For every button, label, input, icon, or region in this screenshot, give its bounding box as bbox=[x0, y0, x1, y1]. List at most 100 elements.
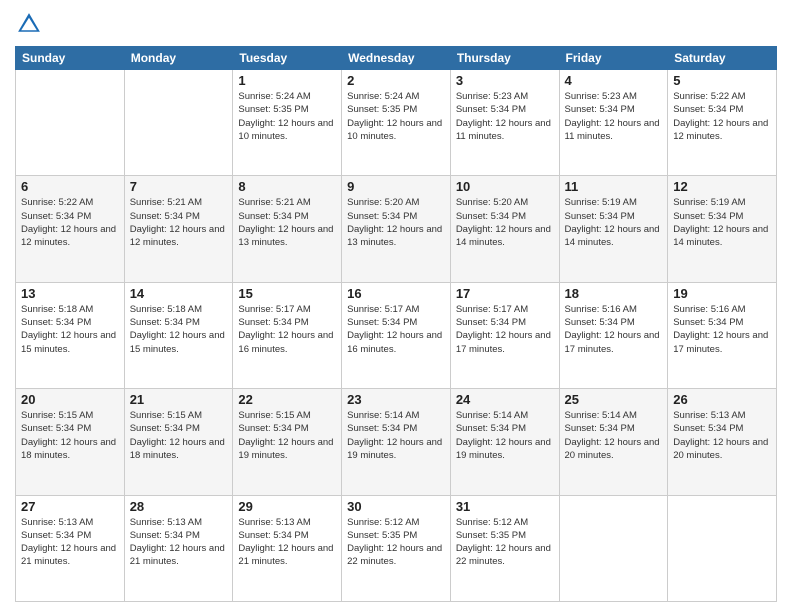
day-info: Sunrise: 5:20 AMSunset: 5:34 PMDaylight:… bbox=[456, 196, 554, 249]
day-info: Sunrise: 5:13 AMSunset: 5:34 PMDaylight:… bbox=[130, 516, 228, 569]
day-number: 23 bbox=[347, 392, 445, 407]
calendar-cell: 12Sunrise: 5:19 AMSunset: 5:34 PMDayligh… bbox=[668, 176, 777, 282]
day-info: Sunrise: 5:24 AMSunset: 5:35 PMDaylight:… bbox=[347, 90, 445, 143]
day-number: 21 bbox=[130, 392, 228, 407]
calendar-cell bbox=[16, 70, 125, 176]
calendar-day-header: Saturday bbox=[668, 47, 777, 70]
calendar-cell: 23Sunrise: 5:14 AMSunset: 5:34 PMDayligh… bbox=[342, 389, 451, 495]
day-info: Sunrise: 5:12 AMSunset: 5:35 PMDaylight:… bbox=[347, 516, 445, 569]
day-number: 19 bbox=[673, 286, 771, 301]
day-number: 30 bbox=[347, 499, 445, 514]
day-info: Sunrise: 5:17 AMSunset: 5:34 PMDaylight:… bbox=[238, 303, 336, 356]
calendar-cell: 7 Sunrise: 5:21 AMSunset: 5:34 PMDaylight… bbox=[124, 176, 233, 282]
day-info: Sunrise: 5:16 AMSunset: 5:34 PMDaylight:… bbox=[673, 303, 771, 356]
day-number: 5 bbox=[673, 73, 771, 88]
calendar-cell: 19 Sunrise: 5:16 AMSunset: 5:34 PMDayligh… bbox=[668, 282, 777, 388]
day-number: 7 bbox=[130, 179, 228, 194]
calendar-day-header: Sunday bbox=[16, 47, 125, 70]
day-info: Sunrise: 5:15 AMSunset: 5:34 PMDaylight:… bbox=[130, 409, 228, 462]
day-number: 13 bbox=[21, 286, 119, 301]
calendar-day-header: Monday bbox=[124, 47, 233, 70]
calendar-week-row: 6 Sunrise: 5:22 AMSunset: 5:34 PMDaylight… bbox=[16, 176, 777, 282]
day-number: 10 bbox=[456, 179, 554, 194]
calendar-day-header: Wednesday bbox=[342, 47, 451, 70]
calendar-table: SundayMondayTuesdayWednesdayThursdayFrid… bbox=[15, 46, 777, 602]
day-number: 31 bbox=[456, 499, 554, 514]
calendar-cell: 11 Sunrise: 5:19 AMSunset: 5:34 PMDayligh… bbox=[559, 176, 668, 282]
calendar-cell: 5Sunrise: 5:22 AMSunset: 5:34 PMDaylight… bbox=[668, 70, 777, 176]
generalblue-icon bbox=[15, 10, 43, 38]
day-number: 2 bbox=[347, 73, 445, 88]
calendar-cell: 17 Sunrise: 5:17 AMSunset: 5:34 PMDayligh… bbox=[450, 282, 559, 388]
day-info: Sunrise: 5:14 AMSunset: 5:34 PMDaylight:… bbox=[456, 409, 554, 462]
calendar-cell: 8 Sunrise: 5:21 AMSunset: 5:34 PMDaylight… bbox=[233, 176, 342, 282]
day-info: Sunrise: 5:23 AMSunset: 5:34 PMDaylight:… bbox=[456, 90, 554, 143]
day-info: Sunrise: 5:22 AMSunset: 5:34 PMDaylight:… bbox=[21, 196, 119, 249]
calendar-cell: 28 Sunrise: 5:13 AMSunset: 5:34 PMDayligh… bbox=[124, 495, 233, 601]
day-number: 18 bbox=[565, 286, 663, 301]
day-number: 6 bbox=[21, 179, 119, 194]
day-number: 26 bbox=[673, 392, 771, 407]
day-info: Sunrise: 5:18 AMSunset: 5:34 PMDaylight:… bbox=[130, 303, 228, 356]
calendar-cell: 21 Sunrise: 5:15 AMSunset: 5:34 PMDayligh… bbox=[124, 389, 233, 495]
day-info: Sunrise: 5:12 AMSunset: 5:35 PMDaylight:… bbox=[456, 516, 554, 569]
calendar-cell: 27 Sunrise: 5:13 AMSunset: 5:34 PMDayligh… bbox=[16, 495, 125, 601]
calendar-cell: 14Sunrise: 5:18 AMSunset: 5:34 PMDayligh… bbox=[124, 282, 233, 388]
day-info: Sunrise: 5:14 AMSunset: 5:34 PMDaylight:… bbox=[565, 409, 663, 462]
calendar-cell: 26 Sunrise: 5:13 AMSunset: 5:34 PMDayligh… bbox=[668, 389, 777, 495]
day-number: 17 bbox=[456, 286, 554, 301]
calendar-cell: 16 Sunrise: 5:17 AMSunset: 5:34 PMDayligh… bbox=[342, 282, 451, 388]
day-info: Sunrise: 5:13 AMSunset: 5:34 PMDaylight:… bbox=[673, 409, 771, 462]
day-info: Sunrise: 5:20 AMSunset: 5:34 PMDaylight:… bbox=[347, 196, 445, 249]
page: SundayMondayTuesdayWednesdayThursdayFrid… bbox=[0, 0, 792, 612]
calendar-day-header: Thursday bbox=[450, 47, 559, 70]
calendar-week-row: 20Sunrise: 5:15 AMSunset: 5:34 PMDayligh… bbox=[16, 389, 777, 495]
day-number: 25 bbox=[565, 392, 663, 407]
day-number: 8 bbox=[238, 179, 336, 194]
header bbox=[15, 10, 777, 38]
calendar-cell: 9 Sunrise: 5:20 AMSunset: 5:34 PMDaylight… bbox=[342, 176, 451, 282]
day-info: Sunrise: 5:17 AMSunset: 5:34 PMDaylight:… bbox=[456, 303, 554, 356]
day-info: Sunrise: 5:21 AMSunset: 5:34 PMDaylight:… bbox=[238, 196, 336, 249]
day-info: Sunrise: 5:19 AMSunset: 5:34 PMDaylight:… bbox=[673, 196, 771, 249]
day-number: 16 bbox=[347, 286, 445, 301]
calendar-cell: 3 Sunrise: 5:23 AMSunset: 5:34 PMDaylight… bbox=[450, 70, 559, 176]
day-info: Sunrise: 5:21 AMSunset: 5:34 PMDaylight:… bbox=[130, 196, 228, 249]
day-info: Sunrise: 5:16 AMSunset: 5:34 PMDaylight:… bbox=[565, 303, 663, 356]
day-number: 1 bbox=[238, 73, 336, 88]
calendar-cell: 25 Sunrise: 5:14 AMSunset: 5:34 PMDayligh… bbox=[559, 389, 668, 495]
calendar-cell bbox=[124, 70, 233, 176]
day-info: Sunrise: 5:19 AMSunset: 5:34 PMDaylight:… bbox=[565, 196, 663, 249]
day-number: 24 bbox=[456, 392, 554, 407]
calendar-cell: 18 Sunrise: 5:16 AMSunset: 5:34 PMDayligh… bbox=[559, 282, 668, 388]
calendar-cell: 10 Sunrise: 5:20 AMSunset: 5:34 PMDayligh… bbox=[450, 176, 559, 282]
calendar-cell: 29 Sunrise: 5:13 AMSunset: 5:34 PMDayligh… bbox=[233, 495, 342, 601]
day-number: 29 bbox=[238, 499, 336, 514]
day-number: 28 bbox=[130, 499, 228, 514]
calendar-cell: 30 Sunrise: 5:12 AMSunset: 5:35 PMDayligh… bbox=[342, 495, 451, 601]
calendar-cell: 13Sunrise: 5:18 AMSunset: 5:34 PMDayligh… bbox=[16, 282, 125, 388]
calendar-day-header: Tuesday bbox=[233, 47, 342, 70]
day-number: 15 bbox=[238, 286, 336, 301]
day-number: 22 bbox=[238, 392, 336, 407]
logo bbox=[15, 10, 47, 38]
calendar-cell bbox=[668, 495, 777, 601]
day-number: 4 bbox=[565, 73, 663, 88]
calendar-week-row: 27 Sunrise: 5:13 AMSunset: 5:34 PMDayligh… bbox=[16, 495, 777, 601]
calendar-day-header: Friday bbox=[559, 47, 668, 70]
day-info: Sunrise: 5:23 AMSunset: 5:34 PMDaylight:… bbox=[565, 90, 663, 143]
day-number: 3 bbox=[456, 73, 554, 88]
day-info: Sunrise: 5:15 AMSunset: 5:34 PMDaylight:… bbox=[21, 409, 119, 462]
day-number: 27 bbox=[21, 499, 119, 514]
day-number: 11 bbox=[565, 179, 663, 194]
calendar-cell: 1Sunrise: 5:24 AMSunset: 5:35 PMDaylight… bbox=[233, 70, 342, 176]
calendar-cell: 22Sunrise: 5:15 AMSunset: 5:34 PMDayligh… bbox=[233, 389, 342, 495]
calendar-cell: 6 Sunrise: 5:22 AMSunset: 5:34 PMDaylight… bbox=[16, 176, 125, 282]
day-info: Sunrise: 5:13 AMSunset: 5:34 PMDaylight:… bbox=[21, 516, 119, 569]
day-info: Sunrise: 5:13 AMSunset: 5:34 PMDaylight:… bbox=[238, 516, 336, 569]
calendar-week-row: 13 Sunrise: 5:18 AMSunset: 5:34 PMDayligh… bbox=[16, 282, 777, 388]
day-info: Sunrise: 5:17 AMSunset: 5:34 PMDaylight:… bbox=[347, 303, 445, 356]
day-number: 9 bbox=[347, 179, 445, 194]
calendar-header-row: SundayMondayTuesdayWednesdayThursdayFrid… bbox=[16, 47, 777, 70]
calendar-cell: 20Sunrise: 5:15 AMSunset: 5:34 PMDayligh… bbox=[16, 389, 125, 495]
